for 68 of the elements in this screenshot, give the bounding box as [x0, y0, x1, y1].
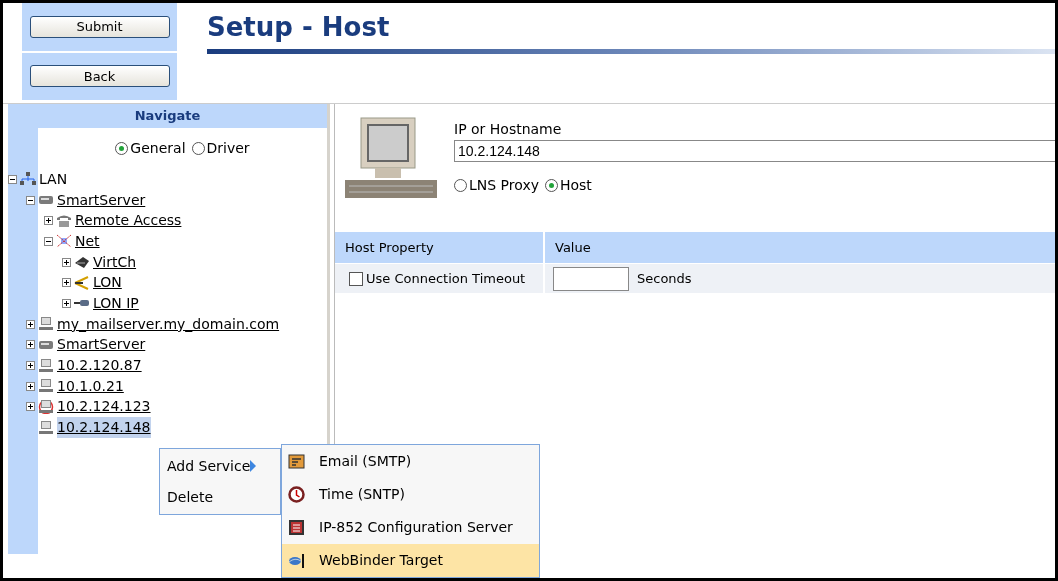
unit-label: Seconds — [637, 269, 692, 288]
tree-link[interactable]: 10.2.124.123 — [57, 396, 151, 418]
menu-item[interactable]: Delete — [167, 486, 213, 508]
tree-link[interactable]: SmartServer — [57, 334, 146, 356]
radio-button[interactable] — [454, 179, 467, 192]
radio-label: LNS Proxy — [469, 176, 539, 195]
submenu-label: WebBinder Target — [319, 551, 443, 570]
column-header: Value — [554, 238, 592, 257]
plug-icon — [74, 255, 90, 270]
expand-icon[interactable] — [26, 381, 35, 391]
expand-icon[interactable] — [26, 361, 35, 371]
expand-icon[interactable] — [62, 278, 71, 288]
cable-icon — [74, 275, 90, 290]
computer-icon — [38, 399, 54, 414]
action-button[interactable]: Back — [29, 65, 170, 88]
tree-link[interactable]: Remote Access — [75, 210, 182, 232]
radio-button[interactable] — [191, 141, 205, 155]
radio-label: Host — [559, 176, 592, 195]
expand-icon[interactable] — [26, 340, 35, 350]
submenu-label: Email (SMTP) — [319, 452, 412, 471]
expand-icon[interactable] — [26, 319, 35, 329]
computer-icon — [38, 379, 54, 394]
timeout-field[interactable] — [553, 266, 629, 291]
submenu-item[interactable]: WebBinder Target — [282, 544, 539, 577]
server-config-icon — [288, 519, 305, 536]
property-label: Use Connection Timeout — [366, 269, 526, 288]
radio-label: Driver — [206, 138, 250, 158]
tree-link[interactable]: 10.1.0.21 — [57, 375, 124, 397]
phone-icon — [56, 213, 72, 228]
tree-link[interactable]: VirtCh — [93, 251, 137, 273]
network-hub-icon — [56, 234, 72, 249]
submenu-item[interactable]: Time (SNTP) — [282, 478, 539, 511]
radio-button[interactable] — [544, 179, 558, 192]
computer-icon — [38, 358, 54, 373]
computer-icon — [38, 317, 54, 332]
clock-icon — [288, 486, 305, 503]
tree-link[interactable]: 10.2.120.87 — [57, 355, 142, 377]
expand-icon[interactable] — [62, 298, 71, 308]
radio-label: General — [130, 138, 186, 158]
tree-link[interactable]: 10.2.124.148 — [57, 417, 151, 439]
network-icon — [20, 172, 36, 187]
panel-title: Navigate — [133, 107, 202, 126]
action-button[interactable]: Submit — [29, 15, 170, 38]
field-label: IP or Hostname — [454, 120, 563, 139]
tree-link[interactable]: LON IP — [93, 292, 139, 314]
checkbox[interactable] — [349, 271, 363, 286]
tree-link[interactable]: SmartServer — [57, 189, 146, 211]
submenu-label: Time (SNTP) — [319, 485, 405, 504]
expand-icon[interactable] — [44, 216, 53, 226]
submenu-label: IP-852 Configuration Server — [319, 518, 513, 537]
tree-link[interactable]: LON — [93, 272, 122, 294]
tree-label[interactable]: LAN — [39, 168, 68, 190]
collapse-icon[interactable] — [44, 236, 53, 246]
collapse-icon[interactable] — [26, 195, 35, 205]
expand-icon[interactable] — [62, 257, 71, 267]
tree-link[interactable]: Net — [75, 230, 100, 252]
expand-icon[interactable] — [26, 402, 35, 412]
menu-item[interactable]: Add Service — [167, 455, 251, 477]
tree-link[interactable]: my_mailserver.my_domain.com — [57, 313, 280, 335]
computer-icon — [38, 420, 54, 435]
page-title: Setup - Host — [207, 11, 391, 43]
submenu-item[interactable]: IP-852 Configuration Server — [282, 511, 539, 544]
collapse-icon[interactable] — [8, 174, 17, 184]
submenu-arrow-icon — [250, 460, 257, 472]
mail-icon — [288, 453, 305, 470]
submenu-item[interactable]: Email (SMTP) — [282, 445, 539, 478]
radio-button[interactable] — [115, 141, 129, 155]
hostname-field[interactable]: 10.2.124.148 — [454, 140, 1055, 162]
